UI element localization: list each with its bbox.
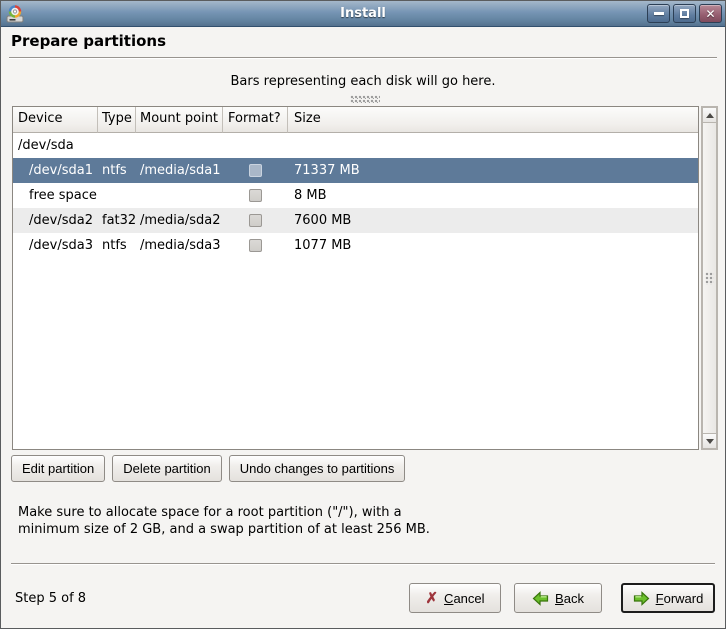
cell-device: /dev/sda1 xyxy=(13,163,98,178)
table-row[interactable]: /dev/sda1ntfs/media/sda1 71337 MB xyxy=(13,158,698,183)
forward-label: Forward xyxy=(656,591,704,606)
column-header-mount-point[interactable]: Mount point xyxy=(136,107,223,133)
column-header-device[interactable]: Device xyxy=(13,107,98,133)
page-title: Prepare partitions xyxy=(11,32,166,50)
format-checkbox[interactable] xyxy=(249,214,262,227)
column-header-format[interactable]: Format? xyxy=(223,107,288,133)
cell-mount: /media/sda3 xyxy=(136,238,223,253)
cell-format xyxy=(223,214,288,227)
scroll-up-button[interactable] xyxy=(702,107,717,123)
cell-type: ntfs xyxy=(98,163,136,178)
cell-mount: /media/sda2 xyxy=(136,213,223,228)
root-partition-note: Make sure to allocate space for a root p… xyxy=(18,504,430,538)
footer-separator xyxy=(11,563,715,565)
column-header-size[interactable]: Size xyxy=(288,107,698,133)
delete-partition-button[interactable]: Delete partition xyxy=(112,455,221,482)
table-header: Device Type Mount point Format? Size xyxy=(13,107,698,133)
cell-type: ntfs xyxy=(98,238,136,253)
table-row[interactable]: /dev/sda2fat32/media/sda2 7600 MB xyxy=(13,208,698,233)
table-row[interactable]: free space 8 MB xyxy=(13,183,698,208)
back-label: Back xyxy=(555,591,584,606)
format-checkbox[interactable] xyxy=(249,189,262,202)
table-row[interactable]: /dev/sda3ntfs/media/sda3 1077 MB xyxy=(13,233,698,258)
arrow-down-icon xyxy=(706,439,714,444)
back-button[interactable]: Back xyxy=(514,583,602,613)
edit-partition-button[interactable]: Edit partition xyxy=(11,455,105,482)
cancel-button[interactable]: ✗ Cancel xyxy=(409,583,501,613)
cell-device: /dev/sda xyxy=(13,138,98,153)
pane-resize-grip[interactable] xyxy=(350,95,380,103)
forward-arrow-icon xyxy=(633,591,650,606)
titlebar[interactable]: Install ✕ xyxy=(1,1,725,27)
close-button[interactable]: ✕ xyxy=(699,4,722,23)
scrollbar-thumb[interactable] xyxy=(702,123,717,433)
column-header-type[interactable]: Type xyxy=(98,107,136,133)
partition-table: Device Type Mount point Format? Size /de… xyxy=(12,106,699,450)
install-window: Install ✕ Prepare partitions Bars repres… xyxy=(0,0,726,629)
heading-separator xyxy=(9,57,717,59)
step-indicator: Step 5 of 8 xyxy=(15,591,86,606)
window-title: Install xyxy=(1,6,725,21)
cell-format xyxy=(223,189,288,202)
cell-mount: /media/sda1 xyxy=(136,163,223,178)
forward-button[interactable]: Forward xyxy=(621,583,715,613)
installer-disc-icon xyxy=(5,4,25,24)
disk-bars-placeholder: Bars representing each disk will go here… xyxy=(1,74,725,89)
table-row[interactable]: /dev/sda xyxy=(13,133,698,158)
cancel-x-icon: ✗ xyxy=(425,591,438,606)
partition-actions: Edit partition Delete partition Undo cha… xyxy=(11,455,405,482)
minimize-button[interactable] xyxy=(647,4,670,23)
cell-device: /dev/sda3 xyxy=(13,238,98,253)
cell-size: 8 MB xyxy=(288,188,698,203)
cell-type: fat32 xyxy=(98,213,136,228)
table-scrollbar[interactable] xyxy=(701,106,718,450)
arrow-up-icon xyxy=(706,113,714,118)
undo-changes-button[interactable]: Undo changes to partitions xyxy=(229,455,406,482)
maximize-button[interactable] xyxy=(673,4,696,23)
table-body: /dev/sda/dev/sda1ntfs/media/sda171337 MB… xyxy=(13,133,698,449)
format-checkbox[interactable] xyxy=(249,164,262,177)
format-checkbox[interactable] xyxy=(249,239,262,252)
back-arrow-icon xyxy=(532,591,549,606)
maximize-icon xyxy=(680,9,689,18)
cell-size: 71337 MB xyxy=(288,163,698,178)
cell-size: 1077 MB xyxy=(288,238,698,253)
scrollbar-grip-icon xyxy=(705,272,714,285)
cell-format xyxy=(223,164,288,177)
minimize-icon xyxy=(654,12,664,15)
cell-device: free space xyxy=(13,188,98,203)
cell-device: /dev/sda2 xyxy=(13,213,98,228)
scroll-down-button[interactable] xyxy=(702,433,717,449)
cell-format xyxy=(223,239,288,252)
cancel-label: Cancel xyxy=(444,591,484,606)
close-icon: ✕ xyxy=(705,8,715,20)
cell-size: 7600 MB xyxy=(288,213,698,228)
